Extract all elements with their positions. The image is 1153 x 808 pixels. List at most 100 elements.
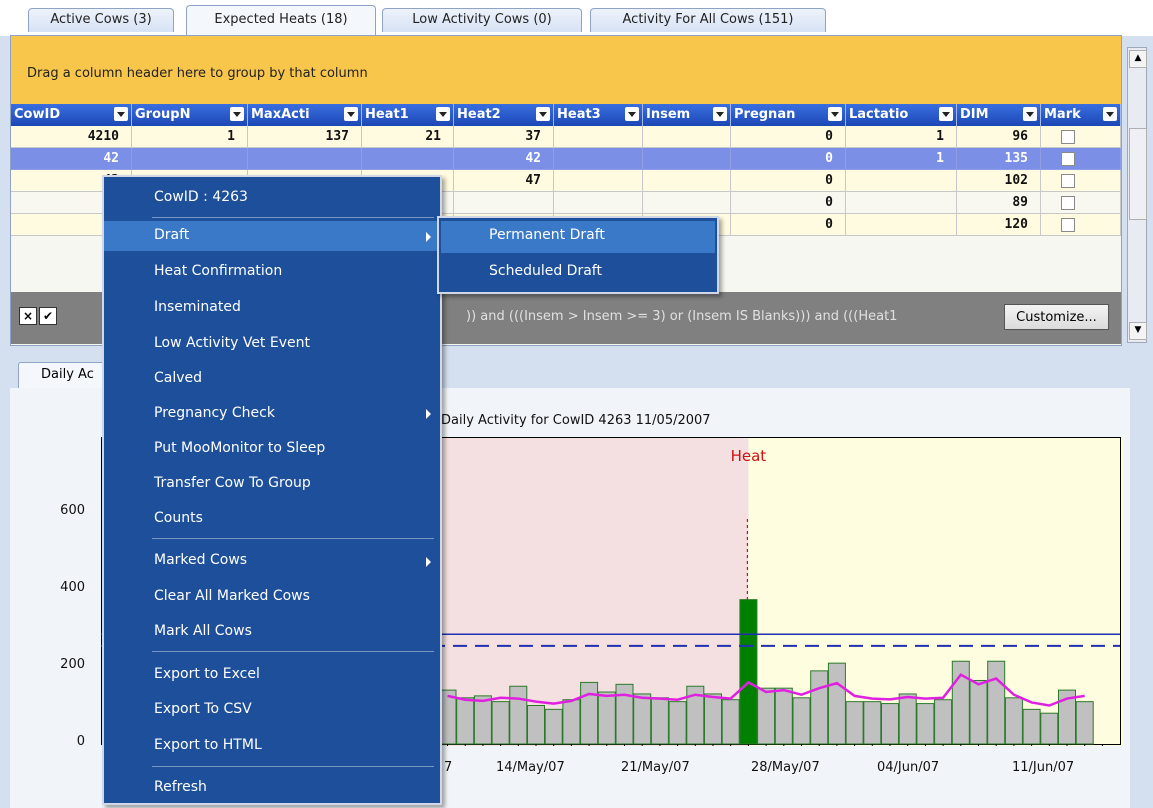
activity-bar: [1040, 712, 1059, 745]
activity-bar: [1075, 701, 1094, 745]
mark-checkbox[interactable]: [1061, 130, 1075, 144]
menu-item-scheduled-draft[interactable]: Scheduled Draft: [489, 263, 602, 279]
menu-item-draft[interactable]: Draft: [154, 227, 189, 243]
activity-bar: [916, 703, 935, 745]
menu-item-inseminated[interactable]: Inseminated: [154, 299, 241, 315]
menu-item-pregnancy-check[interactable]: Pregnancy Check: [154, 405, 275, 421]
group-by-hint: Drag a column header here to group by th…: [27, 66, 368, 81]
x-tick-label: 7: [444, 760, 453, 775]
activity-bar: [1004, 697, 1023, 745]
scroll-up-icon[interactable]: ▲: [1129, 50, 1147, 68]
filter-dropdown-icon[interactable]: [1103, 107, 1117, 121]
activity-bar: [633, 693, 652, 745]
menu-item-put-moomonitor-to-sleep[interactable]: Put MooMonitor to Sleep: [154, 440, 325, 456]
filter-dropdown-icon[interactable]: [344, 107, 358, 121]
menu-item-export-to-csv[interactable]: Export To CSV: [154, 701, 252, 717]
tab-low-activity-cows[interactable]: Low Activity Cows (0): [382, 8, 582, 32]
menu-item-permanent-draft[interactable]: Permanent Draft: [489, 227, 605, 243]
filter-dropdown-icon[interactable]: [1023, 107, 1037, 121]
table-cell: 0: [731, 192, 846, 214]
table-cell: 120: [957, 214, 1041, 236]
table-cell: [643, 148, 731, 170]
table-row[interactable]: 42 42 0 1 135: [11, 148, 1121, 170]
mark-checkbox[interactable]: [1061, 218, 1075, 232]
table-cell: [643, 170, 731, 192]
group-by-area[interactable]: Drag a column header here to group by th…: [11, 36, 1121, 105]
activity-bar: [491, 701, 510, 745]
col-header-maxacti[interactable]: MaxActi: [248, 104, 362, 126]
menu-item-transfer-cow-to-group[interactable]: Transfer Cow To Group: [154, 475, 311, 491]
activity-bar: [863, 701, 882, 745]
submenu-arrow-icon: [426, 557, 431, 567]
scroll-thumb[interactable]: [1129, 128, 1147, 220]
table-cell: [454, 192, 554, 214]
col-header-insem[interactable]: Insem: [643, 104, 731, 126]
filter-dropdown-icon[interactable]: [625, 107, 639, 121]
tab-expected-heats[interactable]: Expected Heats (18): [186, 5, 376, 35]
menu-item-export-to-excel[interactable]: Export to Excel: [154, 666, 260, 682]
menu-item-export-to-html[interactable]: Export to HTML: [154, 737, 262, 753]
col-header-pregnan[interactable]: Pregnan: [731, 104, 846, 126]
menu-item-cowid: CowID : 4263: [154, 189, 248, 205]
col-label: Heat2: [457, 107, 501, 122]
filter-dropdown-icon[interactable]: [536, 107, 550, 121]
clear-filter-icon[interactable]: ×: [19, 307, 37, 325]
table-cell: 0: [731, 214, 846, 236]
grid-scrollbar[interactable]: ▲ ▼: [1127, 47, 1147, 343]
table-cell: [554, 192, 643, 214]
table-cell: [846, 170, 957, 192]
table-cell: [846, 214, 957, 236]
tab-active-cows[interactable]: Active Cows (3): [28, 8, 174, 32]
menu-item-mark-all-cows[interactable]: Mark All Cows: [154, 623, 252, 639]
menu-item-clear-all-marked-cows[interactable]: Clear All Marked Cows: [154, 588, 310, 604]
menu-separator: [152, 217, 434, 218]
col-label: Mark: [1044, 107, 1081, 122]
filter-dropdown-icon[interactable]: [828, 107, 842, 121]
col-header-lactatio[interactable]: Lactatio: [846, 104, 957, 126]
mark-cell: [1041, 170, 1121, 192]
tab-activity-all-cows[interactable]: Activity For All Cows (151): [590, 8, 826, 32]
menu-item-marked-cows[interactable]: Marked Cows: [154, 552, 247, 568]
filter-dropdown-icon[interactable]: [114, 107, 128, 121]
mark-checkbox[interactable]: [1061, 152, 1075, 166]
activity-bar: [934, 699, 953, 745]
enable-filter-checkbox[interactable]: ✔: [39, 307, 57, 325]
menu-item-counts[interactable]: Counts: [154, 510, 203, 526]
filter-dropdown-icon[interactable]: [230, 107, 244, 121]
menu-item-calved[interactable]: Calved: [154, 370, 202, 386]
filter-dropdown-icon[interactable]: [713, 107, 727, 121]
context-menu: CowID : 4263 Draft Heat Confirmation Ins…: [102, 175, 442, 805]
table-cell: [554, 126, 643, 148]
col-header-mark[interactable]: Mark: [1041, 104, 1121, 126]
mark-checkbox[interactable]: [1061, 174, 1075, 188]
activity-bar: [562, 699, 581, 745]
filter-dropdown-icon[interactable]: [436, 107, 450, 121]
col-header-heat3[interactable]: Heat3: [554, 104, 643, 126]
col-header-cowid[interactable]: CowID: [11, 104, 132, 126]
col-header-heat2[interactable]: Heat2: [454, 104, 554, 126]
chart-title: Daily Activity for CowID 4263 11/05/2007: [441, 413, 711, 428]
mark-cell: [1041, 192, 1121, 214]
table-row[interactable]: 4210 1 137 21 37 0 1 96: [11, 126, 1121, 148]
y-tick-label: 400: [60, 580, 85, 595]
table-cell: 47: [454, 170, 554, 192]
table-cell: [846, 192, 957, 214]
scroll-down-icon[interactable]: ▼: [1129, 322, 1147, 340]
menu-item-heat-confirmation[interactable]: Heat Confirmation: [154, 263, 282, 279]
col-label: Heat3: [557, 107, 601, 122]
col-header-heat1[interactable]: Heat1: [362, 104, 454, 126]
menu-separator: [152, 651, 434, 652]
mark-cell: [1041, 126, 1121, 148]
menu-item-refresh[interactable]: Refresh: [154, 779, 207, 795]
activity-bar: [845, 701, 864, 745]
menu-item-low-activity-vet-event[interactable]: Low Activity Vet Event: [154, 335, 310, 351]
col-header-dim[interactable]: DIM: [957, 104, 1041, 126]
submenu-arrow-icon: [426, 232, 431, 242]
activity-bar: [527, 705, 545, 745]
menu-separator: [152, 766, 434, 767]
filter-dropdown-icon[interactable]: [939, 107, 953, 121]
mark-checkbox[interactable]: [1061, 196, 1075, 210]
col-header-groupn[interactable]: GroupN: [132, 104, 248, 126]
customize-button[interactable]: Customize...: [1004, 304, 1109, 330]
table-cell: 37: [454, 126, 554, 148]
